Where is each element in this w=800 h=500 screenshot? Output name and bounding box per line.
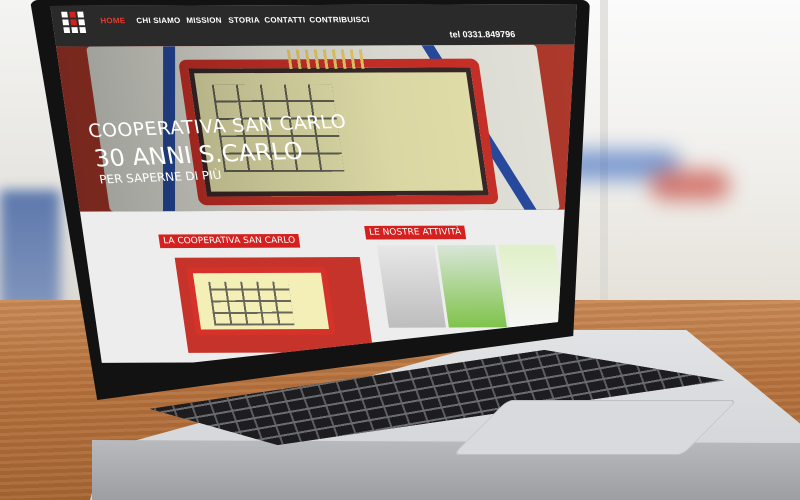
- section-title-cooperativa[interactable]: LA COOPERATIVA SAN CARLO: [158, 233, 301, 249]
- section-image-attivita[interactable]: [377, 244, 567, 328]
- hero-banner: COOPERATIVA SAN CARLO 30 ANNI S.CARLO PE…: [56, 44, 577, 212]
- nav-contatti[interactable]: CONTATTI: [264, 16, 306, 25]
- website: HOME CHI SIAMO MISSION STORIA CONTATTI C…: [50, 4, 577, 363]
- product-hose: [377, 245, 447, 328]
- section-image-cooperativa[interactable]: [174, 257, 374, 353]
- nav-home[interactable]: HOME: [100, 16, 126, 25]
- nav-chi-siamo[interactable]: CHI SIAMO: [136, 16, 181, 25]
- product-cleaning: [437, 244, 507, 328]
- laptop-base-edge: [92, 440, 800, 500]
- navbar: HOME CHI SIAMO MISSION STORIA CONTATTI C…: [50, 4, 577, 47]
- product-bin: [497, 244, 567, 328]
- section-title-attivita[interactable]: LE NOSTRE ATTIVITÀ: [364, 225, 467, 240]
- background-blur-left: [0, 190, 60, 310]
- nav-mission[interactable]: MISSION: [186, 16, 222, 25]
- phone-number[interactable]: tel 0331.849796: [449, 29, 516, 39]
- nav-contribuisci[interactable]: CONTRIBUISCI: [309, 15, 370, 24]
- section-cake-bricks: [208, 281, 295, 326]
- nav-storia[interactable]: STORIA: [228, 16, 261, 25]
- background-blur-red: [650, 170, 730, 200]
- logo-icon[interactable]: [61, 11, 87, 34]
